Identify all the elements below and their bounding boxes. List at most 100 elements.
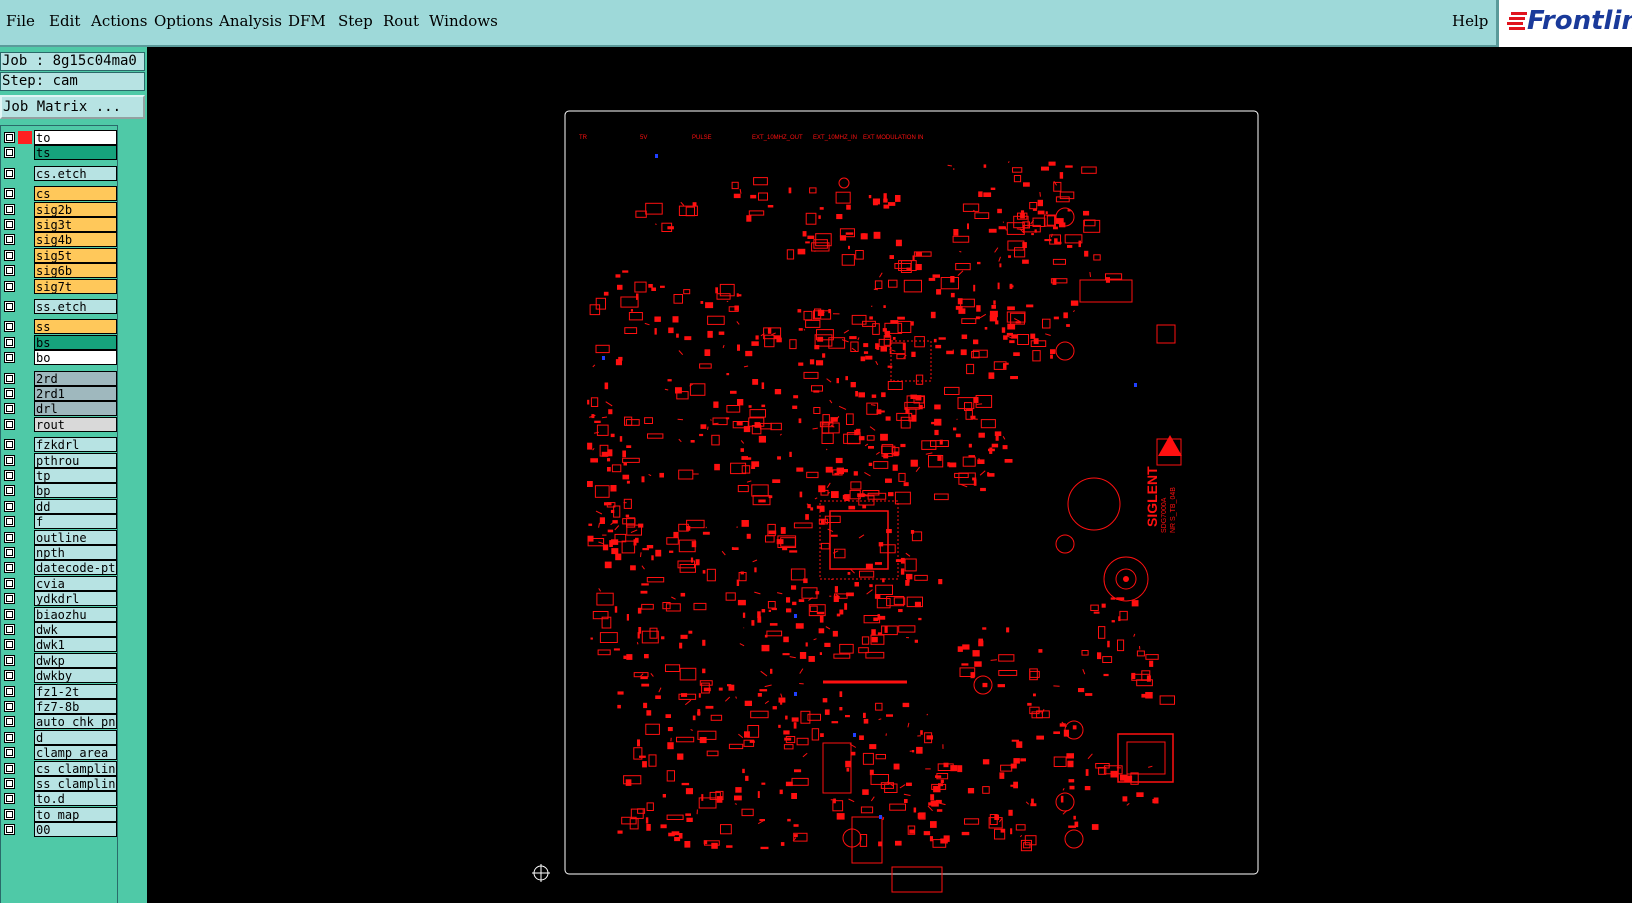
layer-name[interactable]: npth <box>34 545 117 560</box>
layer-name[interactable]: sig5t <box>34 247 117 263</box>
layer-name[interactable]: dwk1 <box>34 637 117 653</box>
layer-checkbox[interactable] <box>4 747 15 759</box>
layer-checkbox[interactable] <box>4 439 15 451</box>
layer-row-clamp_area[interactable]: clamp_area <box>1 745 119 761</box>
layer-name[interactable]: pthrou <box>34 452 117 468</box>
layer-row-to.d[interactable]: to.d <box>1 791 119 807</box>
layer-row-sig2b[interactable]: sig2b <box>1 201 119 217</box>
layer-checkbox[interactable] <box>4 624 15 635</box>
layer-row-sig7t[interactable]: sig7t <box>1 278 119 294</box>
layer-checkbox[interactable] <box>4 793 15 805</box>
menu-help[interactable]: Help <box>1452 12 1488 30</box>
layer-row-sig4b[interactable]: sig4b <box>1 232 119 248</box>
graphic-canvas[interactable]: SIGLENT SDG7000A NR S_TB_04B TR 5V PULSE EXT_1… <box>147 47 1632 903</box>
layer-checkbox[interactable] <box>4 531 15 543</box>
layer-checkbox[interactable] <box>4 265 15 277</box>
pcb-board-view[interactable]: SIGLENT SDG7000A NR S_TB_04B TR 5V PULSE EXT_1… <box>147 47 1632 903</box>
layer-name[interactable]: dwkby <box>34 668 117 684</box>
layer-row-2rd[interactable]: 2rd <box>1 370 119 386</box>
layer-row-cs.etch[interactable]: cs.etch <box>1 165 119 181</box>
layer-name[interactable]: drl <box>34 401 117 417</box>
layer-name[interactable]: ss_clampline <box>34 776 117 791</box>
layer-name[interactable]: tp <box>34 468 117 483</box>
layer-checkbox[interactable] <box>4 249 15 261</box>
layer-name[interactable]: sig7t <box>34 278 117 294</box>
layer-row-bs[interactable]: bs <box>1 334 119 350</box>
layer-name[interactable]: cvia <box>34 575 117 591</box>
layer-name[interactable]: datecode-ptc <box>34 560 117 576</box>
layer-name[interactable]: bp <box>34 483 117 499</box>
layer-checkbox[interactable] <box>4 701 15 712</box>
layer-row-d[interactable]: d <box>1 729 119 745</box>
layer-name[interactable]: dwkp <box>34 652 117 668</box>
layer-row-dd[interactable]: dd <box>1 498 119 514</box>
layer-row-dwkby[interactable]: dwkby <box>1 668 119 684</box>
layer-checkbox[interactable] <box>4 500 15 512</box>
layer-name[interactable]: sig6b <box>34 263 117 279</box>
layer-checkbox[interactable] <box>4 352 15 364</box>
layer-name[interactable]: to_map <box>34 806 117 822</box>
menu-rout[interactable]: Rout <box>383 12 419 30</box>
menu-file[interactable]: File <box>6 12 35 30</box>
layer-checkbox[interactable] <box>4 639 15 651</box>
job-matrix-button[interactable]: Job Matrix ... <box>0 95 145 119</box>
layer-checkbox[interactable] <box>4 685 15 697</box>
layer-name[interactable]: sig2b <box>34 201 117 217</box>
layer-row-2rd1[interactable]: 2rd1 <box>1 386 119 401</box>
layer-row-npth[interactable]: npth <box>1 545 119 560</box>
layer-checkbox[interactable] <box>4 167 15 179</box>
layer-checkbox[interactable] <box>4 234 15 246</box>
layer-name[interactable]: fz1-2t <box>34 683 117 699</box>
layer-name[interactable]: cs <box>34 186 117 202</box>
layer-checkbox[interactable] <box>4 808 15 820</box>
menu-dfm[interactable]: DFM <box>288 12 326 30</box>
layer-name[interactable]: ydkdrl <box>34 591 117 607</box>
layer-row-dwkp[interactable]: dwkp <box>1 652 119 668</box>
layer-checkbox[interactable] <box>4 577 15 589</box>
layer-checkbox[interactable] <box>4 372 15 384</box>
layer-checkbox[interactable] <box>4 321 15 333</box>
layer-checkbox[interactable] <box>4 716 15 728</box>
layer-name[interactable]: f <box>34 514 117 530</box>
layer-checkbox[interactable] <box>4 654 15 666</box>
layer-row-ss[interactable]: ss <box>1 319 119 335</box>
layer-name[interactable]: fz7-8b <box>34 699 117 714</box>
layer-row-cs[interactable]: cs <box>1 186 119 202</box>
layer-row-to_map[interactable]: to_map <box>1 806 119 822</box>
layer-row-00[interactable]: 00 <box>1 822 119 838</box>
layer-name[interactable]: ts <box>34 145 117 161</box>
layer-row-tp[interactable]: tp <box>1 468 119 483</box>
layer-checkbox[interactable] <box>4 778 15 789</box>
layer-checkbox[interactable] <box>4 670 15 682</box>
menu-analysis[interactable]: Analysis <box>219 12 282 30</box>
layer-name[interactable]: rout <box>34 416 117 432</box>
layer-row-cs_clampline[interactable]: cs_clampline <box>1 760 119 776</box>
layer-name[interactable]: outline <box>34 529 117 545</box>
menu-options[interactable]: Options <box>154 12 213 30</box>
layer-checkbox[interactable] <box>4 403 15 415</box>
layer-checkbox[interactable] <box>4 132 15 143</box>
menu-edit[interactable]: Edit <box>49 12 80 30</box>
layer-row-datecode-ptc[interactable]: datecode-ptc <box>1 560 119 576</box>
layer-checkbox[interactable] <box>4 280 15 292</box>
layer-name[interactable]: bo <box>34 350 117 366</box>
layer-name[interactable]: dwk <box>34 622 117 637</box>
layer-name[interactable]: cs.etch <box>34 165 117 181</box>
layer-checkbox[interactable] <box>4 824 15 836</box>
layer-name[interactable]: auto_chk_pnl <box>34 714 117 730</box>
layer-row-pthrou[interactable]: pthrou <box>1 452 119 468</box>
layer-name[interactable]: fzkdrl <box>34 437 117 453</box>
layer-row-cvia[interactable]: cvia <box>1 575 119 591</box>
layer-row-bo[interactable]: bo <box>1 350 119 366</box>
layer-checkbox[interactable] <box>4 388 15 399</box>
layer-row-ss.etch[interactable]: ss.etch <box>1 299 119 314</box>
layer-checkbox[interactable] <box>4 418 15 430</box>
layer-checkbox[interactable] <box>4 762 15 774</box>
layer-row-fzkdrl[interactable]: fzkdrl <box>1 437 119 453</box>
layer-checkbox[interactable] <box>4 485 15 497</box>
layer-row-ss_clampline[interactable]: ss_clampline <box>1 776 119 791</box>
layer-checkbox[interactable] <box>4 336 15 348</box>
layer-checkbox[interactable] <box>4 188 15 200</box>
layer-row-sig5t[interactable]: sig5t <box>1 247 119 263</box>
layer-row-ts[interactable]: ts <box>1 145 119 161</box>
